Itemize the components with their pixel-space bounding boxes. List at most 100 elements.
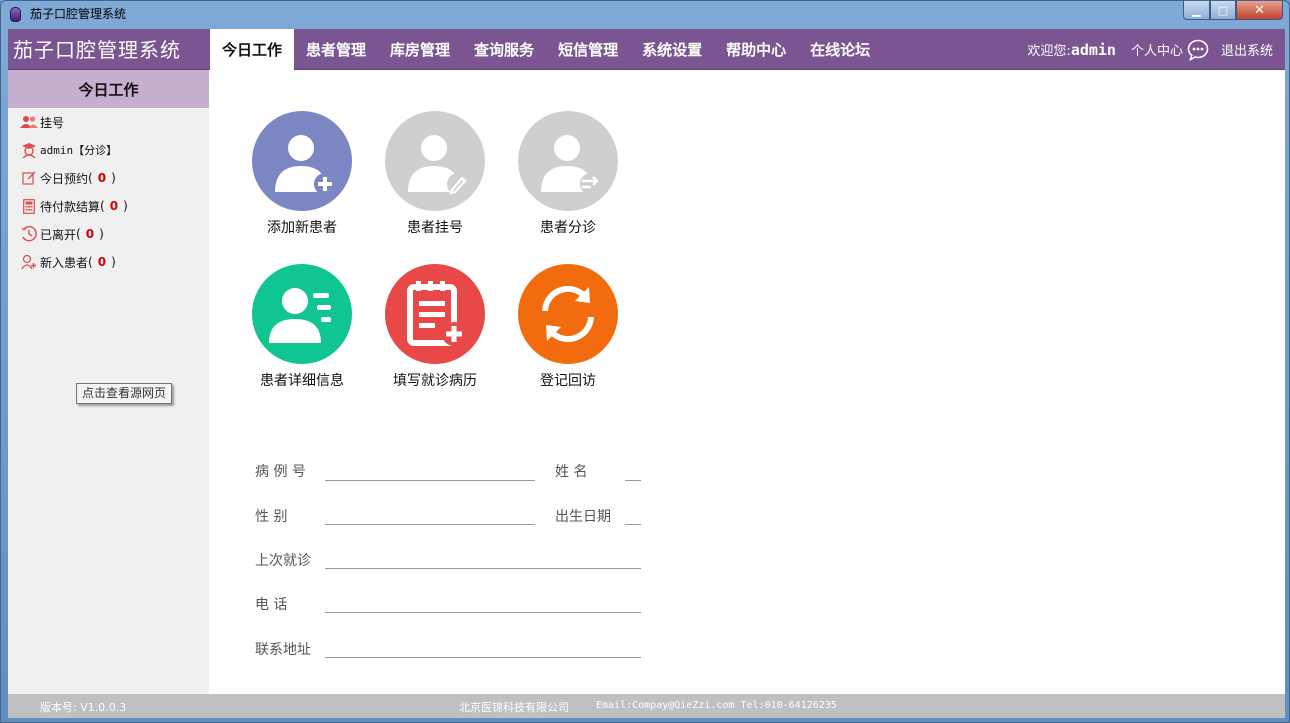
tile-label: 患者挂号 (407, 220, 463, 236)
new-patient-count: 0 (97, 255, 107, 269)
brand-title: 茄子口腔管理系统 (13, 38, 181, 62)
profile-link[interactable]: 个人中心 (1131, 40, 1183, 59)
gender-field[interactable] (325, 524, 535, 525)
tile-circle (385, 264, 485, 364)
tile-circle (518, 111, 618, 211)
welcome-label: 欢迎您: (1027, 44, 1071, 59)
tab-online-forum[interactable]: 在线论坛 (798, 29, 882, 70)
main-tabs: 今日工作 患者管理 库房管理 查询服务 短信管理 系统设置 帮助中心 在线论坛 (210, 29, 882, 70)
welcome-text: 欢迎您:admin (1027, 40, 1116, 59)
patient-register-tile[interactable]: 患者挂号 (375, 111, 495, 237)
name-field[interactable] (625, 480, 641, 481)
gender-label: 性 别 (255, 509, 288, 525)
paren-open: ( (88, 255, 93, 269)
sidebar-item-new-patients[interactable]: 新入患者 (0) (8, 248, 209, 276)
tile-label: 患者分诊 (540, 220, 596, 236)
case-number-label: 病 例 号 (255, 464, 306, 480)
case-number-field[interactable] (325, 480, 535, 481)
phone-field[interactable] (325, 612, 641, 613)
tile-circle (252, 111, 352, 211)
tooltip: 点击查看源网页 (76, 383, 173, 404)
tab-sms-management[interactable]: 短信管理 (546, 29, 630, 70)
version-text: 版本号: V1.0.0.3 (40, 701, 127, 714)
tile-label: 填写就诊病历 (393, 373, 477, 389)
tab-system-settings[interactable]: 系统设置 (630, 29, 714, 70)
close-icon: ✕ (1254, 2, 1265, 18)
minimize-button[interactable]: ▁ (1183, 1, 1210, 20)
tile-label: 登记回访 (540, 373, 596, 389)
window-title: 茄子口腔管理系统 (30, 7, 127, 21)
sidebar-item-label: 今日预约 (40, 171, 89, 186)
window-controls: ▁ □ ✕ (1183, 1, 1283, 21)
title-bar[interactable]: 茄子口腔管理系统 ▁ □ ✕ (1, 1, 1289, 28)
paren-close: ) (123, 199, 128, 213)
tile-circle (252, 264, 352, 364)
record-add-icon (407, 281, 466, 346)
sidebar-item-register[interactable]: 挂号 (8, 108, 209, 136)
logout-link[interactable]: 退出系统 (1221, 40, 1273, 59)
paren-close: ) (111, 255, 116, 269)
tile-circle (385, 111, 485, 211)
birth-date-field[interactable] (625, 524, 641, 525)
refresh-icon (542, 285, 594, 343)
user-add-icon (275, 135, 336, 195)
client-area: 茄子口腔管理系统 今日工作 患者管理 库房管理 查询服务 短信管理 系统设置 帮… (8, 29, 1285, 718)
sidebar-item-label: admin【分诊】 (40, 144, 118, 157)
close-button[interactable]: ✕ (1236, 1, 1283, 20)
medical-record-tile[interactable]: 填写就诊病历 (375, 264, 495, 390)
sidebar-item-pending-payment[interactable]: 待付款结算 (0) (8, 192, 209, 220)
clock-icon (20, 225, 38, 243)
tab-patient-management[interactable]: 患者管理 (294, 29, 378, 70)
edit-icon (20, 169, 38, 187)
tab-help-center[interactable]: 帮助中心 (714, 29, 798, 70)
sidebar-item-label: 待付款结算 (40, 199, 101, 214)
paren-open: ( (76, 227, 81, 241)
tab-query-service[interactable]: 查询服务 (462, 29, 546, 70)
maximize-button[interactable]: □ (1210, 1, 1236, 20)
pending-payment-count: 0 (109, 199, 119, 213)
last-visit-field[interactable] (325, 568, 641, 569)
sidebar: 今日工作 挂号 admin【分诊】 今日预约 (0) 待付款结算 (0) 已离开… (8, 70, 209, 694)
sidebar-item-label: 挂号 (40, 115, 65, 130)
top-navigation: 茄子口腔管理系统 今日工作 患者管理 库房管理 查询服务 短信管理 系统设置 帮… (8, 29, 1285, 70)
follow-up-tile[interactable]: 登记回访 (508, 264, 628, 390)
left-count: 0 (85, 227, 95, 241)
tab-storeroom-management[interactable]: 库房管理 (378, 29, 462, 70)
username: admin (1070, 41, 1116, 59)
patient-triage-tile[interactable]: 患者分诊 (508, 111, 628, 237)
maximize-icon: □ (1217, 3, 1229, 17)
minimize-icon: ▁ (1192, 3, 1201, 17)
tile-label: 添加新患者 (267, 220, 337, 236)
address-label: 联系地址 (255, 642, 311, 658)
birth-date-label: 出生日期 (555, 509, 611, 525)
users-icon (20, 113, 38, 131)
sidebar-title: 今日工作 (8, 70, 209, 108)
paren-open: ( (88, 171, 93, 185)
sidebar-item-label: 新入患者 (40, 255, 89, 270)
company-name: 北京医锦科技有限公司 (459, 701, 569, 714)
status-bar: 版本号: V1.0.0.3 北京医锦科技有限公司 Email:Compay@Qi… (8, 694, 1285, 718)
sidebar-item-label: 已离开 (40, 227, 77, 242)
user-area: 欢迎您:admin 个人中心 退出系统 (1027, 29, 1273, 70)
app-logo-icon (10, 7, 21, 22)
add-patient-tile[interactable]: 添加新患者 (242, 111, 362, 237)
user-edit-icon (408, 135, 469, 195)
tab-today-work[interactable]: 今日工作 (210, 29, 295, 70)
last-visit-label: 上次就诊 (255, 553, 311, 569)
patient-detail-tile[interactable]: 患者详细信息 (242, 264, 362, 390)
sidebar-item-triage[interactable]: admin【分诊】 (8, 136, 209, 164)
sidebar-item-appointments[interactable]: 今日预约 (0) (8, 164, 209, 192)
paren-open: ( (100, 199, 105, 213)
name-label: 姓 名 (555, 464, 588, 480)
calculator-icon (20, 197, 38, 215)
user-transfer-icon (541, 135, 602, 195)
address-field[interactable] (325, 657, 641, 658)
paren-close: ) (99, 227, 104, 241)
phone-label: 电 话 (255, 597, 288, 613)
app-window: 茄子口腔管理系统 ▁ □ ✕ 茄子口腔管理系统 今日工作 患者管理 库房管理 查… (0, 0, 1290, 723)
user-add-icon (20, 253, 38, 271)
chat-icon[interactable] (1187, 39, 1209, 61)
sidebar-item-left[interactable]: 已离开 (0) (8, 220, 209, 248)
main-content: 添加新患者 患者挂号 患者分诊 患者详细信息 填写就诊病历 登记回访 病 例 号… (209, 70, 1285, 694)
user-detail-icon (269, 288, 331, 343)
